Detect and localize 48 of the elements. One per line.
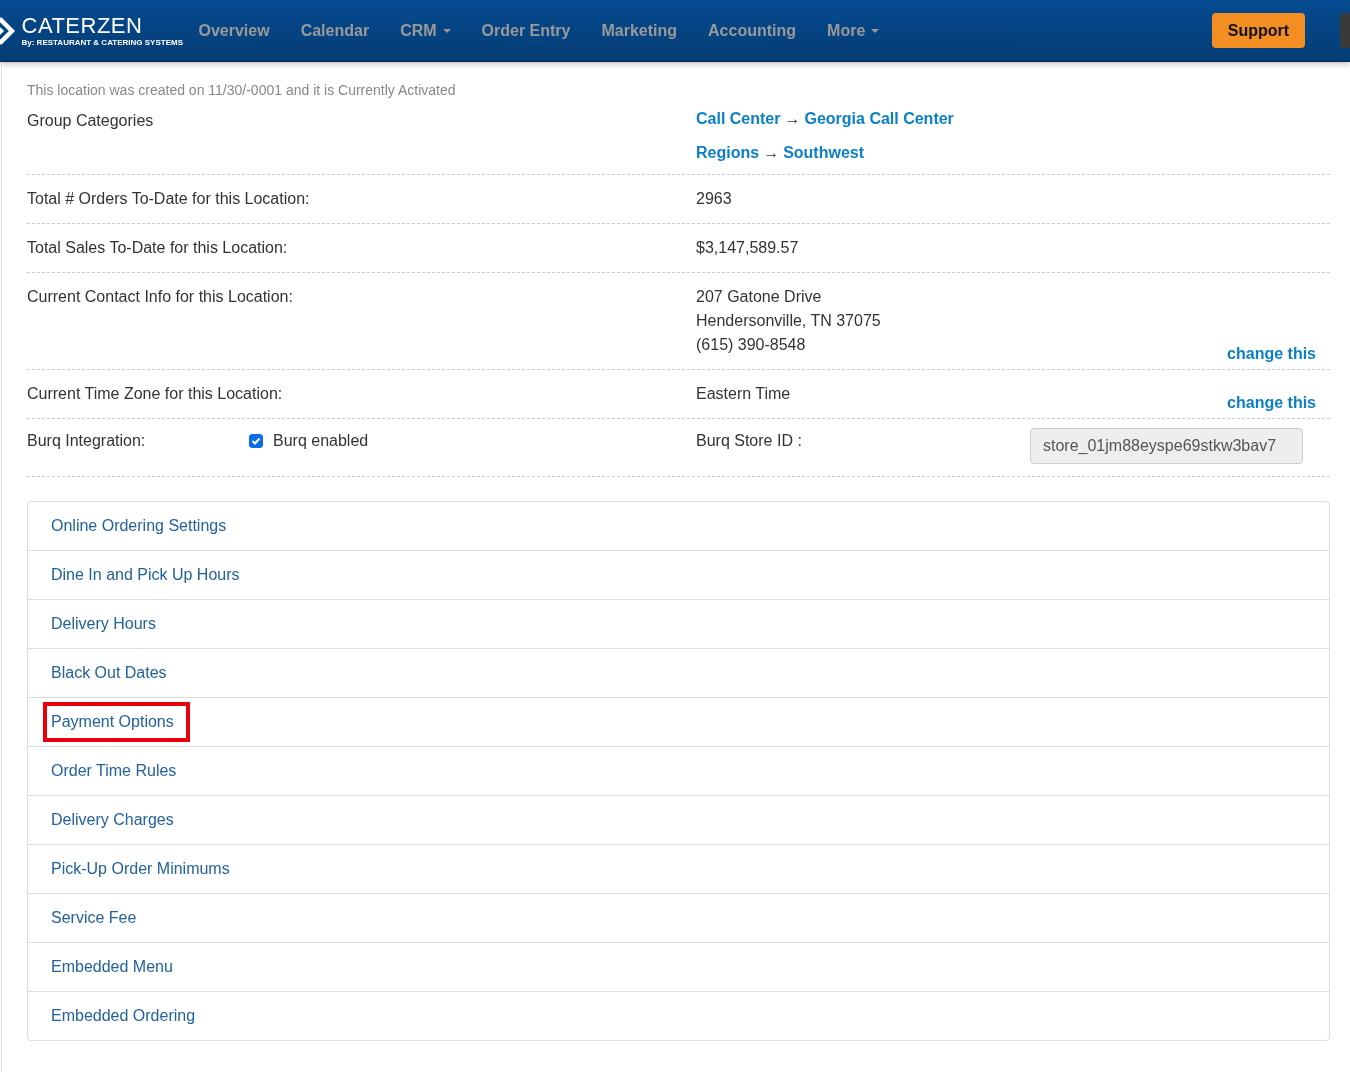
settings-link[interactable]: Order Time Rules: [43, 751, 193, 791]
nav-link[interactable]: Order Entry: [466, 21, 586, 40]
category-link[interactable]: Georgia Call Center: [804, 110, 954, 128]
info-label: Current Time Zone for this Location:: [27, 384, 284, 404]
store-id-field[interactable]: store_01jm88eyspe69stkw3bav7: [1030, 428, 1303, 464]
support-button[interactable]: Support: [1212, 13, 1305, 48]
caret-icon: [442, 28, 451, 33]
info-label: Total # Orders To-Date for this Location:: [27, 189, 311, 209]
info-label: Current Contact Info for this Location:: [27, 287, 294, 307]
checkbox[interactable]: [249, 434, 263, 448]
info-label: Group Categories: [27, 112, 155, 131]
logo-wordmark[interactable]: CATERZEN: [21, 14, 183, 38]
settings-link[interactable]: Service Fee: [43, 898, 153, 938]
settings-link[interactable]: Embedded Ordering: [43, 996, 212, 1036]
info-value: Hendersonville, TN 37075: [696, 311, 881, 331]
logo-tagline: By: RESTAURANT & CATERING SYSTEMS: [21, 38, 183, 47]
info-value: $3,147,589.57: [696, 238, 799, 258]
creation-note: This location was created on 11/30/-0001 and it is Currently Activated: [27, 82, 457, 98]
info-label: Total Sales To-Date for this Location:: [27, 238, 289, 258]
settings-link[interactable]: Black Out Dates: [43, 653, 183, 693]
nav-link[interactable]: Calendar: [285, 21, 385, 40]
store-id-label: Burq Store ID :: [696, 431, 803, 451]
info-value: (615) 390-8548: [696, 335, 806, 355]
nav-link[interactable]: Accounting: [692, 21, 812, 40]
arrow-glyph: →: [784, 110, 801, 128]
arrow-glyph: →: [763, 144, 780, 162]
category-link[interactable]: Call Center: [696, 110, 781, 128]
settings-link[interactable]: Pick-Up Order Minimums: [43, 849, 246, 889]
caret-icon: [871, 28, 880, 33]
nav-link[interactable]: Marketing: [586, 21, 693, 40]
category-link[interactable]: Southwest: [783, 144, 864, 162]
info-label: Burq Integration:: [27, 431, 147, 451]
settings-link[interactable]: Online Ordering Settings: [43, 506, 243, 546]
category-link[interactable]: Regions: [696, 144, 760, 162]
nav-link[interactable]: Overview: [183, 21, 286, 40]
nav-link[interactable]: CRM: [384, 21, 467, 40]
info-value: Eastern Time: [696, 384, 791, 404]
settings-link[interactable]: Dine In and Pick Up Hours: [43, 555, 256, 595]
settings-link[interactable]: Delivery Charges: [43, 800, 190, 840]
settings-link[interactable]: Embedded Menu: [43, 947, 189, 987]
change-link[interactable]: change this: [1227, 394, 1316, 412]
info-value: 2963: [696, 189, 732, 209]
info-value: 207 Gatone Drive: [696, 287, 822, 307]
nav-link[interactable]: More: [811, 21, 895, 40]
settings-link[interactable]: Payment Options: [43, 702, 190, 742]
change-link[interactable]: change this: [1227, 345, 1316, 363]
settings-link[interactable]: Delivery Hours: [43, 604, 172, 644]
checkbox-label: Burq enabled: [273, 431, 369, 451]
